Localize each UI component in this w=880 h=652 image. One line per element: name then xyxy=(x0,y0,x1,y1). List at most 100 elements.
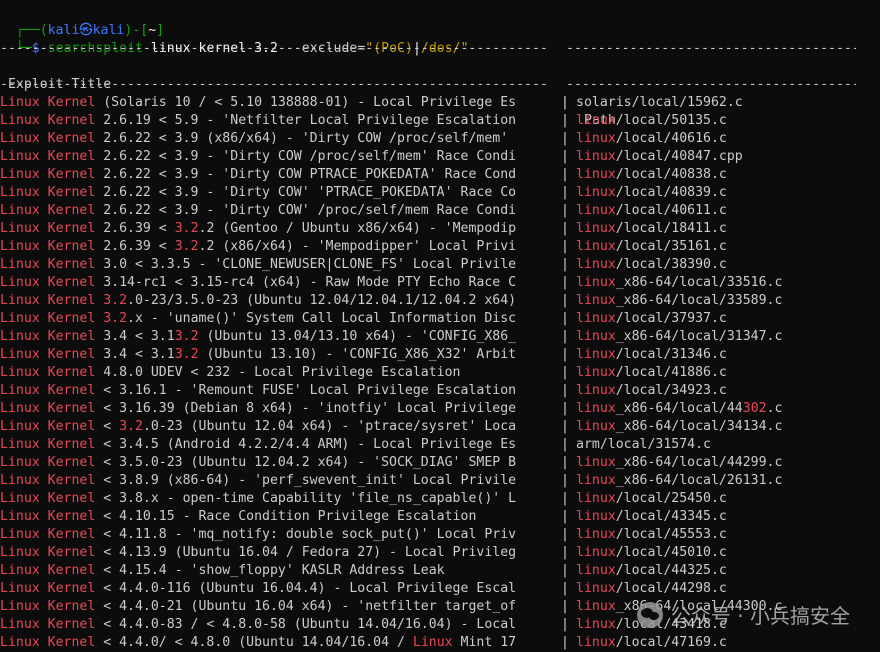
wechat-icon xyxy=(636,601,663,628)
exploit-path[interactable]: linux/local/38390.c xyxy=(576,256,727,274)
table-row[interactable]: Linux Kernel 4.8.0 UDEV < 232 - Local Pr… xyxy=(0,364,880,382)
table-row[interactable]: Linux Kernel < 3.8.9 (x86-64) - 'perf_sw… xyxy=(0,472,880,490)
exploit-path[interactable]: linux/local/40839.c xyxy=(576,184,727,202)
column-separator: | xyxy=(561,419,569,434)
column-separator: | xyxy=(561,329,569,344)
prompt-line-2[interactable]: └─$ searchsploit linux kernel 3.2 --excl… xyxy=(0,22,469,56)
exploit-title: Linux Kernel 2.6.22 < 3.9 - 'Dirty COW P… xyxy=(0,167,517,182)
column-separator: | xyxy=(561,221,569,236)
exploit-path[interactable]: linux_x86-64/local/33516.c xyxy=(576,274,782,292)
table-row[interactable]: Linux Kernel < 4.10.15 - Race Condition … xyxy=(0,508,880,526)
column-separator: | xyxy=(561,581,569,596)
table-row[interactable]: Linux Kernel (Solaris 10 / < 5.10 138888… xyxy=(0,94,880,112)
table-row[interactable]: Linux Kernel < 3.16.1 - 'Remount FUSE' L… xyxy=(0,382,880,400)
watermark: 公众号 · 小兵搞安全 xyxy=(636,600,850,629)
exploit-path[interactable]: linux/local/50135.c xyxy=(576,112,727,130)
column-separator: | xyxy=(561,257,569,272)
column-separator: | xyxy=(561,131,569,146)
table-row[interactable]: Linux Kernel 3.4 < 3.13.2 (Ubuntu 13.04/… xyxy=(0,328,880,346)
exploit-path[interactable]: linux/local/34923.c xyxy=(576,382,727,400)
exploit-path[interactable]: linux/local/45553.c xyxy=(576,526,727,544)
exploit-title: Linux Kernel < 3.16.39 (Debian 8 x64) - … xyxy=(0,401,517,416)
exploit-title: Linux Kernel 2.6.19 < 5.9 - 'Netfilter L… xyxy=(0,113,517,128)
column-separator: | xyxy=(561,167,569,182)
table-row[interactable]: Linux Kernel < 3.8.x - open-time Capabil… xyxy=(0,490,880,508)
exploit-path[interactable]: linux_x86-64/local/26131.c xyxy=(576,472,782,490)
exploit-title: Linux Kernel 4.8.0 UDEV < 232 - Local Pr… xyxy=(0,365,461,380)
exploit-title: Linux Kernel 2.6.22 < 3.9 (x86/x64) - 'D… xyxy=(0,131,509,146)
table-row[interactable]: Linux Kernel < 3.4.5 (Android 4.2.2/4.4 … xyxy=(0,436,880,454)
table-row[interactable]: Linux Kernel < 4.13.9 (Ubuntu 16.04 / Fe… xyxy=(0,544,880,562)
exploit-title: Linux Kernel < 3.16.1 - 'Remount FUSE' L… xyxy=(0,383,517,398)
exploit-path[interactable]: linux/local/43345.c xyxy=(576,508,727,526)
exploit-path[interactable]: linux/local/47169.c xyxy=(576,634,727,652)
column-separator: | xyxy=(561,599,569,614)
exploit-path[interactable]: linux/local/40616.c xyxy=(576,130,727,148)
exploit-title: Linux Kernel 3.14-rc1 < 3.15-rc4 (x64) -… xyxy=(0,275,517,290)
exploit-path[interactable]: linux/local/25450.c xyxy=(576,490,727,508)
exploit-path[interactable]: linux/local/31346.c xyxy=(576,346,727,364)
column-separator: | xyxy=(561,563,569,578)
exploit-title: Linux Kernel < 4.4.0/ < 4.8.0 (Ubuntu 14… xyxy=(0,635,517,650)
exploit-title: Linux Kernel 3.4 < 3.13.2 (Ubuntu 13.10)… xyxy=(0,347,517,362)
exploit-path[interactable]: linux_x86-64/local/34134.c xyxy=(576,418,782,436)
exploit-path[interactable]: linux/local/44298.c xyxy=(576,580,727,598)
table-row[interactable]: Linux Kernel 3.4 < 3.13.2 (Ubuntu 13.10)… xyxy=(0,346,880,364)
column-separator: | xyxy=(561,293,569,308)
exploit-path[interactable]: linux_x86-64/local/33589.c xyxy=(576,292,782,310)
table-row[interactable]: Linux Kernel 2.6.22 < 3.9 - 'Dirty COW' … xyxy=(0,202,880,220)
exploit-title: Linux Kernel < 4.15.4 - 'show_floppy' KA… xyxy=(0,563,445,578)
table-row[interactable]: Linux Kernel < 3.2.0-23 (Ubuntu 12.04 x6… xyxy=(0,418,880,436)
exploit-title: Linux Kernel < 4.4.0-21 (Ubuntu 16.04 x6… xyxy=(0,599,517,614)
prompt-line-1: ┌──(kali㉿kali)-[~] xyxy=(0,4,164,38)
table-row[interactable]: Linux Kernel < 4.15.4 - 'show_floppy' KA… xyxy=(0,562,880,580)
table-row[interactable]: Linux Kernel < 4.11.8 - 'mq_notify: doub… xyxy=(0,526,880,544)
table-row[interactable]: Linux Kernel 3.2.x - 'uname()' System Ca… xyxy=(0,310,880,328)
table-row[interactable]: Linux Kernel 3.14-rc1 < 3.15-rc4 (x64) -… xyxy=(0,274,880,292)
table-row[interactable]: Linux Kernel < 3.5.0-23 (Ubuntu 12.04.2 … xyxy=(0,454,880,472)
exploit-path[interactable]: arm/local/31574.c xyxy=(576,436,711,454)
exploit-path[interactable]: linux/local/37937.c xyxy=(576,310,727,328)
exploit-path[interactable]: linux/local/41886.c xyxy=(576,364,727,382)
exploit-title: Linux Kernel < 4.4.0-83 / < 4.8.0-58 (Ub… xyxy=(0,617,517,632)
exploit-title: Linux Kernel < 3.5.0-23 (Ubuntu 12.04.2 … xyxy=(0,455,517,470)
exploit-path[interactable]: linux/local/35161.c xyxy=(576,238,727,256)
table-row[interactable]: Linux Kernel < 4.4.0-116 (Ubuntu 16.04.4… xyxy=(0,580,880,598)
exploit-path[interactable]: linux_x86-64/local/44299.c xyxy=(576,454,782,472)
exploit-path[interactable]: linux/local/44325.c xyxy=(576,562,727,580)
exploit-path[interactable]: linux/local/40611.c xyxy=(576,202,727,220)
exploit-path[interactable]: linux/local/40838.c xyxy=(576,166,727,184)
table-row[interactable]: Linux Kernel 2.6.22 < 3.9 (x86/x64) - 'D… xyxy=(0,130,880,148)
column-separator: | xyxy=(561,203,569,218)
column-separator: | xyxy=(561,491,569,506)
table-row[interactable]: Linux Kernel 3.0 < 3.3.5 - 'CLONE_NEWUSE… xyxy=(0,256,880,274)
column-separator: | xyxy=(561,149,569,164)
table-row[interactable]: Linux Kernel 2.6.22 < 3.9 - 'Dirty COW' … xyxy=(0,184,880,202)
column-separator: | xyxy=(561,545,569,560)
table-row[interactable]: Linux Kernel 2.6.39 < 3.2.2 (Gentoo / Ub… xyxy=(0,220,880,238)
table-divider-top-right: ----------------------------------------… xyxy=(566,41,856,56)
table-row[interactable]: Linux Kernel 2.6.19 < 5.9 - 'Netfilter L… xyxy=(0,112,880,130)
column-separator: | xyxy=(561,113,569,128)
table-row[interactable]: Linux Kernel 2.6.22 < 3.9 - 'Dirty COW P… xyxy=(0,166,880,184)
table-divider-bottom-right: ----------------------------------------… xyxy=(566,77,856,92)
exploit-title: Linux Kernel < 4.11.8 - 'mq_notify: doub… xyxy=(0,527,517,542)
table-row[interactable]: Linux Kernel 2.6.22 < 3.9 - 'Dirty COW /… xyxy=(0,148,880,166)
exploit-path[interactable]: linux/local/18411.c xyxy=(576,220,727,238)
exploit-path[interactable]: linux/local/40847.cpp xyxy=(576,148,743,166)
exploit-title: Linux Kernel 2.6.22 < 3.9 - 'Dirty COW /… xyxy=(0,149,517,164)
exploit-path[interactable]: linux_x86-64/local/44302.c xyxy=(576,400,782,418)
column-separator: | xyxy=(561,365,569,380)
exploit-path[interactable]: linux/local/45010.c xyxy=(576,544,727,562)
table-row[interactable]: Linux Kernel < 3.16.39 (Debian 8 x64) - … xyxy=(0,400,880,418)
exploit-title: Linux Kernel (Solaris 10 / < 5.10 138888… xyxy=(0,95,517,110)
exploit-title: Linux Kernel 2.6.39 < 3.2.2 (Gentoo / Ub… xyxy=(0,221,517,236)
exploit-path[interactable]: solaris/local/15962.c xyxy=(576,94,743,112)
table-row[interactable]: Linux Kernel < 4.4.0/ < 4.8.0 (Ubuntu 14… xyxy=(0,634,880,652)
column-separator: | xyxy=(561,527,569,542)
exploit-title: Linux Kernel 2.6.22 < 3.9 - 'Dirty COW' … xyxy=(0,203,517,218)
exploit-path[interactable]: linux_x86-64/local/31347.c xyxy=(576,328,782,346)
table-row[interactable]: Linux Kernel 3.2.0-23/3.5.0-23 (Ubuntu 1… xyxy=(0,292,880,310)
exploit-title: Linux Kernel < 4.13.9 (Ubuntu 16.04 / Fe… xyxy=(0,545,517,560)
table-row[interactable]: Linux Kernel 2.6.39 < 3.2.2 (x86/x64) - … xyxy=(0,238,880,256)
